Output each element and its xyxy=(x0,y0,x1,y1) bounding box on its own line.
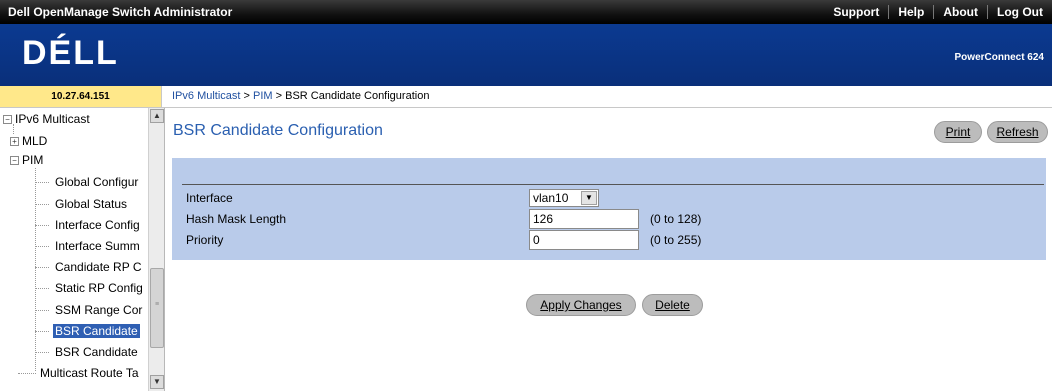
print-button[interactable]: Print xyxy=(934,121,982,143)
sidebar-item-interface-summary[interactable]: Interface Summ xyxy=(55,239,140,253)
sidebar-scrollbar[interactable]: ▲ ≡ ▼ xyxy=(148,108,164,391)
breadcrumb-current: BSR Candidate Configuration xyxy=(285,90,430,102)
scroll-up-icon[interactable]: ▲ xyxy=(150,109,164,123)
top-bar: Dell OpenManage Switch Administrator Sup… xyxy=(0,0,1052,24)
scroll-thumb[interactable]: ≡ xyxy=(150,268,164,348)
about-link[interactable]: About xyxy=(933,5,987,19)
apply-changes-button[interactable]: Apply Changes xyxy=(526,294,636,316)
hash-mask-length-range: (0 to 128) xyxy=(650,212,702,226)
panel-divider xyxy=(182,184,1044,185)
expand-icon[interactable]: + xyxy=(10,137,19,146)
grip-icon: ≡ xyxy=(155,301,160,308)
sidebar-item-ssm-range[interactable]: SSM Range Cor xyxy=(55,303,142,317)
logout-link[interactable]: Log Out xyxy=(987,5,1052,19)
sidebar-item-static-rp[interactable]: Static RP Config xyxy=(55,281,143,295)
tree-connector xyxy=(35,331,49,332)
model-name: PowerConnect 624 xyxy=(954,52,1044,63)
interface-select[interactable]: vlan10 ▼ xyxy=(529,189,599,207)
tree-connector xyxy=(35,352,49,353)
sidebar-item-mld[interactable]: + MLD xyxy=(10,134,47,148)
sidebar-item-candidate-rp[interactable]: Candidate RP C xyxy=(55,260,142,274)
sidebar-item-bsr-candidate-configuration[interactable]: BSR Candidate xyxy=(53,324,140,338)
sidebar-item-ipv6-multicast[interactable]: − IPv6 Multicast xyxy=(3,112,90,126)
support-link[interactable]: Support xyxy=(824,5,888,19)
tree-connector xyxy=(18,373,36,374)
scroll-down-icon[interactable]: ▼ xyxy=(150,375,164,389)
config-panel: Interface vlan10 ▼ Hash Mask Length 126 … xyxy=(172,158,1046,260)
sidebar-item-pim[interactable]: − PIM xyxy=(10,153,43,167)
interface-label: Interface xyxy=(186,191,233,205)
breadcrumb-divider xyxy=(162,107,1052,108)
tree-connector xyxy=(35,168,36,371)
tree-connector xyxy=(35,246,49,247)
sidebar-item-bsr-candidate-summary[interactable]: BSR Candidate xyxy=(55,345,138,359)
interface-value: vlan10 xyxy=(533,191,569,205)
sidebar-item-global-status[interactable]: Global Status xyxy=(55,197,127,211)
chevron-down-icon[interactable]: ▼ xyxy=(581,191,597,205)
collapse-icon[interactable]: − xyxy=(10,156,19,165)
breadcrumb: IPv6 Multicast > PIM > BSR Candidate Con… xyxy=(172,86,429,108)
sidebar-item-interface-configuration[interactable]: Interface Config xyxy=(55,218,140,232)
breadcrumb-pim[interactable]: PIM xyxy=(253,90,273,102)
dell-logo: DÉLL xyxy=(22,34,119,72)
tree-connector xyxy=(35,288,49,289)
sidebar-item-multicast-route-table[interactable]: Multicast Route Ta xyxy=(40,366,139,380)
refresh-button[interactable]: Refresh xyxy=(987,121,1048,143)
tree-connector xyxy=(35,204,49,205)
sidebar-item-global-configuration[interactable]: Global Configur xyxy=(55,175,138,189)
sidebar-item-label: IPv6 Multicast xyxy=(15,112,90,126)
banner: DÉLL PowerConnect 624 xyxy=(0,24,1052,86)
collapse-icon[interactable]: − xyxy=(3,115,12,124)
priority-range: (0 to 255) xyxy=(650,233,702,247)
delete-button[interactable]: Delete xyxy=(642,294,703,316)
page-title: BSR Candidate Configuration xyxy=(173,122,383,139)
tree-connector xyxy=(35,225,49,226)
priority-input[interactable]: 0 xyxy=(529,230,639,250)
ip-address: 10.27.64.151 xyxy=(0,86,162,108)
tree-connector xyxy=(35,267,49,268)
sidebar-item-label: MLD xyxy=(22,134,48,148)
tree-connector xyxy=(35,182,49,183)
breadcrumb-separator: > xyxy=(240,90,254,102)
tree-connector xyxy=(35,310,49,311)
sidebar-tree: − IPv6 Multicast + MLD − PIM Global Configu… xyxy=(0,108,165,391)
breadcrumb-separator: > xyxy=(272,90,286,102)
top-links: Support Help About Log Out xyxy=(824,0,1052,24)
help-link[interactable]: Help xyxy=(888,5,933,19)
hash-mask-length-label: Hash Mask Length xyxy=(186,212,287,226)
app-title: Dell OpenManage Switch Administrator xyxy=(8,5,233,19)
priority-label: Priority xyxy=(186,233,224,247)
sidebar-item-label: PIM xyxy=(22,153,44,167)
hash-mask-length-input[interactable]: 126 xyxy=(529,209,639,229)
breadcrumb-ipv6-multicast[interactable]: IPv6 Multicast xyxy=(172,90,240,102)
